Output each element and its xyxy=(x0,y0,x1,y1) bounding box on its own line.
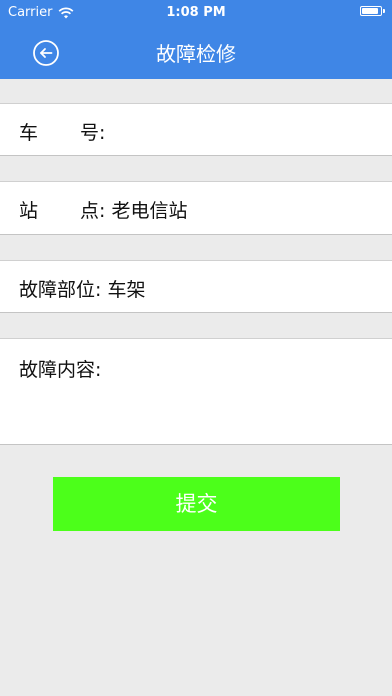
car-number-label-part2: 号: xyxy=(80,122,106,144)
fault-content-row[interactable]: 故障内容: xyxy=(0,338,392,445)
station-label-part2: 点: xyxy=(80,200,106,222)
fault-content-label-text: 故障内容: xyxy=(19,359,102,381)
battery-fill xyxy=(362,8,378,14)
car-number-label: 车 号: xyxy=(19,118,105,145)
station-label-part1: 站 xyxy=(19,200,39,222)
submit-button[interactable]: 提交 xyxy=(53,477,340,531)
fault-content-label: 故障内容: xyxy=(19,355,101,382)
station-row[interactable]: 站 点: 老电信站 xyxy=(0,181,392,235)
navigation-bar: 故障检修 xyxy=(0,24,392,79)
status-time: 1:08 PM xyxy=(166,5,226,20)
fault-location-value[interactable]: 车架 xyxy=(107,279,145,301)
car-number-row[interactable]: 车 号: xyxy=(0,103,392,156)
page-title: 故障检修 xyxy=(156,42,236,66)
station-label: 站 点: 老电信站 xyxy=(19,196,187,223)
fault-location-label-text: 故障部位: xyxy=(19,279,102,301)
battery-nub xyxy=(383,9,385,13)
fault-location-label: 故障部位: 车架 xyxy=(19,275,145,302)
battery-icon xyxy=(360,6,385,16)
car-number-label-part1: 车 xyxy=(19,122,39,144)
station-value[interactable]: 老电信站 xyxy=(111,200,187,222)
status-bar: Carrier 1:08 PM xyxy=(0,0,392,24)
fault-location-row[interactable]: 故障部位: 车架 xyxy=(0,260,392,313)
